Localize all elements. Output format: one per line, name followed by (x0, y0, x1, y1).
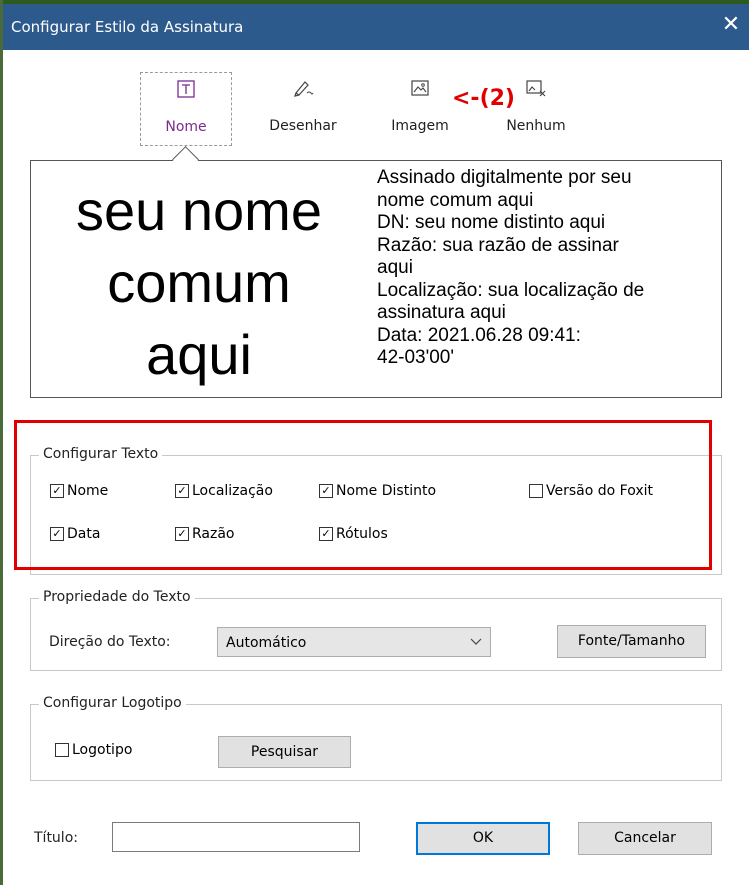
tab-imagem-label: Imagem (391, 118, 449, 134)
pen-draw-icon (255, 78, 351, 102)
ok-button[interactable]: OK (416, 822, 550, 855)
preview-name-line: aqui (146, 323, 252, 386)
text-direction-select[interactable]: Automático (217, 627, 491, 657)
preview-info-line: 42-03'00' (377, 347, 454, 368)
preview-info: Assinado digitalmente por seu nome comum… (377, 167, 719, 370)
cancel-button[interactable]: Cancelar (578, 822, 712, 855)
preview-info-line: DN: seu nome distinto aqui (377, 212, 606, 233)
title-bar: Configurar Estilo da Assinatura ✕ (3, 4, 749, 50)
checkbox-logotipo[interactable]: Logotipo (55, 742, 132, 758)
chevron-down-icon (470, 634, 482, 652)
checkbox-logotipo-label: Logotipo (72, 742, 133, 758)
title-field-label: Título: (34, 830, 78, 846)
preview-info-line: nome comum aqui (377, 189, 534, 211)
browse-button[interactable]: Pesquisar (218, 736, 351, 768)
signature-preview: seu nome comum aqui Assinado digitalment… (30, 160, 722, 398)
preview-info-line: aqui (377, 257, 413, 278)
tab-desenhar-label: Desenhar (269, 118, 337, 134)
preview-info-line: Localização: sua localização de (377, 279, 645, 301)
logo-group: Configurar Logotipo (30, 695, 722, 781)
annotation-arrow-label: <-(2) (452, 86, 515, 111)
tab-nome[interactable]: Nome (140, 72, 232, 146)
title-input[interactable] (112, 822, 360, 852)
dialog-title: Configurar Estilo da Assinatura (11, 18, 244, 36)
logo-legend: Configurar Logotipo (39, 695, 186, 711)
preview-name-line: seu nome (76, 179, 322, 242)
close-icon[interactable]: ✕ (719, 12, 743, 38)
text-property-legend: Propriedade do Texto (39, 589, 195, 605)
preview-info-line: Assinado digitalmente por seu (377, 167, 632, 188)
preview-info-line: Data: 2021.06.28 09:41: (377, 324, 581, 346)
tab-nenhum-label: Nenhum (506, 118, 566, 134)
preview-name: seu nome comum aqui (31, 161, 367, 397)
window-frame-left (0, 0, 3, 885)
tab-nome-label: Nome (165, 119, 207, 135)
preview-info-line: assinatura aqui (377, 302, 506, 323)
highlight-box (14, 420, 712, 570)
preview-name-line: comum (107, 251, 291, 314)
preview-info-line: Razão: sua razão de assinar (377, 234, 619, 256)
checkbox-logotipo-box[interactable] (55, 743, 69, 757)
text-direction-value: Automático (226, 635, 307, 651)
font-size-button[interactable]: Fonte/Tamanho (557, 625, 706, 658)
text-direction-label: Direção do Texto: (49, 634, 171, 650)
tab-desenhar[interactable]: Desenhar (255, 72, 351, 146)
text-box-icon (141, 79, 231, 103)
